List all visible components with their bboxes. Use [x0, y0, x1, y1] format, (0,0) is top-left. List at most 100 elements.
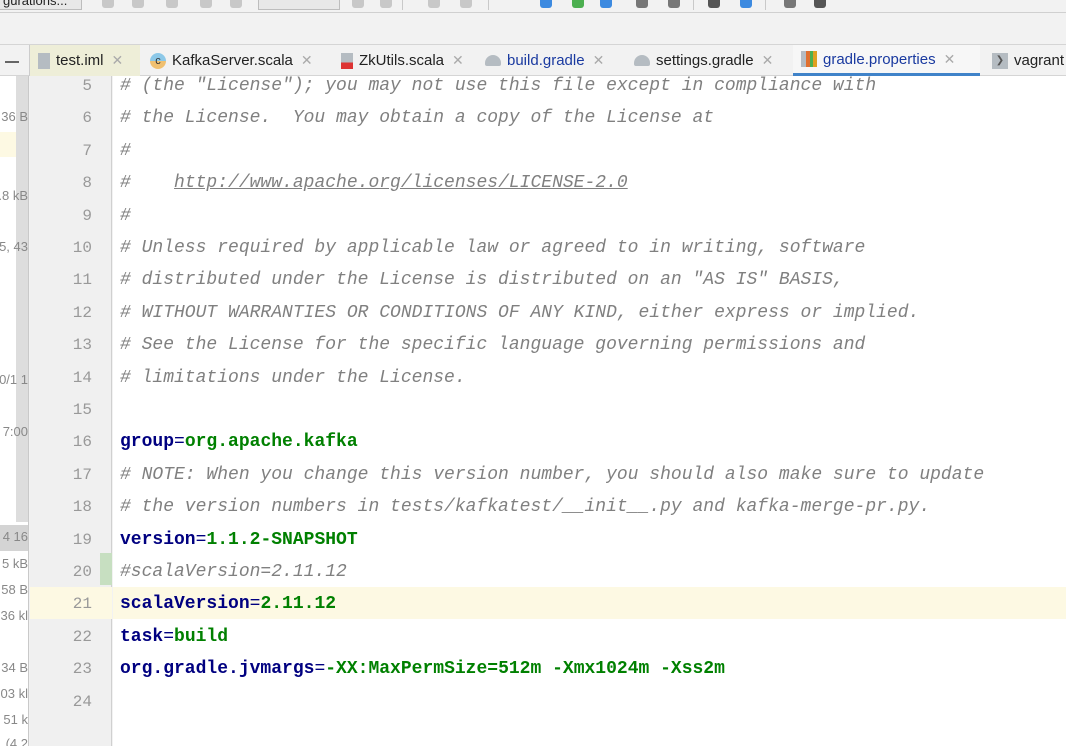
search-icon[interactable] [814, 0, 826, 8]
tab-label: gradle.properties [823, 50, 936, 68]
file-size: (4.2 [5, 736, 28, 746]
vcs-pull-icon[interactable] [540, 0, 552, 8]
run-icon[interactable] [102, 0, 114, 8]
comment-text: # WITHOUT WARRANTIES OR CONDITIONS OF AN… [120, 303, 920, 323]
line-number: 8 [82, 174, 92, 192]
gradle-elephant-icon [634, 55, 650, 66]
code-line: org.gradle.jvmargs=-XX:MaxPermSize=512m … [120, 659, 725, 691]
property-separator: = [249, 594, 261, 614]
line-number: 17 [72, 466, 92, 484]
scala-class-icon: c [150, 52, 166, 69]
file-size: 58 B [1, 582, 28, 597]
collapse-icon[interactable] [5, 61, 19, 63]
code-line: # [120, 141, 131, 173]
file-size: 36 kl [0, 608, 28, 623]
build-icon[interactable] [380, 0, 392, 8]
property-value: 1.1.2-SNAPSHOT [206, 530, 358, 550]
file-time: 7:00 [2, 424, 28, 439]
comment-text: # distributed under the License is distr… [120, 270, 844, 290]
code-line: # NOTE: When you change this version num… [120, 465, 984, 497]
code-line: # the version numbers in tests/kafkatest… [120, 497, 930, 529]
line-number: 12 [72, 304, 92, 322]
tab-kafkaserver-scala[interactable]: c KafkaServer.scala ✕ [142, 45, 313, 76]
project-panel-scrollbar[interactable] [16, 76, 28, 522]
line-number: 18 [72, 498, 92, 516]
file-size: 03 kl [0, 686, 28, 701]
property-key: task [120, 627, 164, 647]
code-line: version=1.1.2-SNAPSHOT [120, 530, 358, 562]
line-number: 19 [72, 531, 92, 549]
property-value: org.apache.kafka [184, 432, 358, 452]
tab-zkutils-scala[interactable]: ZkUtils.scala ✕ [333, 45, 464, 76]
code-line: #scalaVersion=2.11.12 [120, 562, 347, 594]
line-number: 7 [82, 142, 92, 160]
comment-text: # NOTE: When you change this version num… [120, 465, 985, 485]
toolbar-separator [488, 0, 489, 10]
line-number: 23 [72, 660, 92, 678]
line-number: 5 [82, 77, 92, 95]
revert-icon[interactable] [668, 0, 680, 8]
line-number: 6 [82, 109, 92, 127]
tab-gradle-properties[interactable]: gradle.properties ✕ [793, 45, 980, 76]
property-key: scalaVersion [120, 594, 250, 614]
file-size: 36 B [1, 109, 28, 124]
vcs-check-icon[interactable] [572, 0, 584, 8]
tab-vagrant[interactable]: ❯ vagrant [984, 45, 1064, 76]
close-icon[interactable]: ✕ [762, 52, 774, 69]
toolbar-separator [402, 0, 403, 10]
property-value: 2.11.12 [260, 594, 337, 614]
coverage-icon[interactable] [166, 0, 178, 8]
vcs-dropdown[interactable] [258, 0, 340, 10]
history-icon[interactable] [636, 0, 648, 8]
scala-file-icon [341, 52, 353, 69]
tab-test-iml[interactable]: test.iml ✕ [29, 45, 140, 76]
vcs-commit-icon[interactable] [460, 0, 472, 8]
vcs-change-marker[interactable] [100, 553, 112, 585]
property-separator: = [314, 659, 326, 679]
code-line: # (the "License"); you may not use this … [120, 76, 876, 108]
tab-build-gradle[interactable]: build.gradle ✕ [477, 45, 604, 76]
vcs-push-icon[interactable] [600, 0, 612, 8]
code-line: # Unless required by applicable law or a… [120, 238, 865, 270]
property-value: -XX:MaxPermSize=512m -Xmx1024m -Xss2m [325, 659, 725, 679]
close-icon[interactable]: ✕ [452, 52, 464, 69]
close-icon[interactable]: ✕ [944, 51, 956, 68]
property-value: build [174, 627, 229, 647]
line-number: 9 [82, 207, 92, 225]
tab-label: KafkaServer.scala [172, 52, 293, 69]
project-structure-icon[interactable] [740, 0, 752, 8]
file-info: 4 16 [2, 529, 28, 544]
code-line: # limitations under the License. [120, 368, 466, 400]
terminal-file-icon: ❯ [992, 52, 1008, 69]
comment-text: # See the License for the specific langu… [120, 335, 866, 355]
terminal-icon[interactable] [784, 0, 796, 8]
code-line: # [120, 206, 131, 238]
tab-settings-gradle[interactable]: settings.gradle ✕ [626, 45, 773, 76]
property-separator: = [174, 432, 185, 452]
file-size: 5 kB [1, 556, 28, 571]
toolbar-separator [765, 0, 766, 10]
profile-icon[interactable] [200, 0, 212, 8]
settings-icon[interactable] [708, 0, 720, 8]
property-separator: = [195, 530, 207, 550]
vcs-update-icon[interactable] [428, 0, 440, 8]
code-line: # the License. You may obtain a copy of … [120, 108, 714, 140]
user-icon[interactable] [352, 0, 364, 8]
close-icon[interactable]: ✕ [112, 52, 124, 69]
line-number: 24 [72, 693, 92, 711]
property-key: group [120, 432, 175, 452]
line-number: 13 [72, 336, 92, 354]
stop-icon[interactable] [230, 0, 242, 8]
debug-icon[interactable] [132, 0, 144, 8]
run-configuration-dropdown[interactable]: gurations... [0, 0, 82, 10]
close-icon[interactable]: ✕ [593, 52, 605, 69]
file-size: 34 B [1, 660, 28, 675]
close-icon[interactable]: ✕ [301, 52, 313, 69]
code-editor[interactable]: # (the "License"); you may not use this … [113, 76, 1066, 746]
license-link[interactable]: http://www.apache.org/licenses/LICENSE-2… [174, 173, 628, 193]
line-number: 21 [72, 595, 92, 613]
tab-label: settings.gradle [656, 52, 754, 69]
line-number: 20 [72, 563, 92, 581]
line-number-gutter: 5 6 7 8 9 10 11 12 13 14 15 16 17 18 19 20 21 22 23 24 [30, 76, 112, 746]
line-number: 10 [72, 239, 92, 257]
